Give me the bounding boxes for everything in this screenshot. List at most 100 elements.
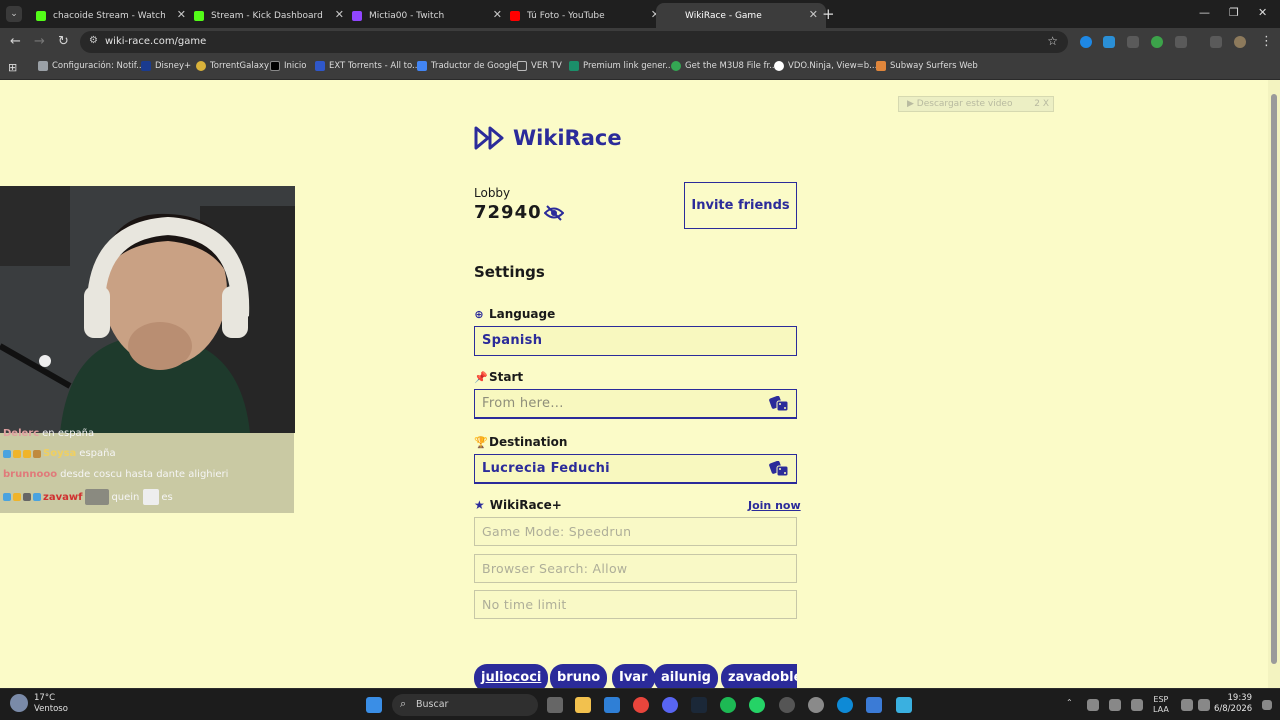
extension-icon[interactable]: [1103, 36, 1115, 48]
bookmark-item[interactable]: Inicio: [270, 61, 307, 71]
gear-icon: [38, 61, 48, 71]
badge-icon: [3, 449, 11, 458]
chrome-icon[interactable]: [633, 697, 649, 713]
bookmark-item[interactable]: Subway Surfers Web: [876, 61, 978, 71]
google-translate-icon: [417, 61, 427, 71]
store-icon[interactable]: [604, 697, 620, 713]
network-icon[interactable]: [1181, 699, 1193, 711]
spotify-icon[interactable]: [720, 697, 736, 713]
chat-message: Soysa españa: [3, 448, 116, 459]
apps-grid-icon[interactable]: ⊞: [8, 61, 17, 74]
notifications-icon[interactable]: [1262, 700, 1272, 710]
weather-widget[interactable]: 17°C Ventoso: [10, 693, 68, 715]
destination-label: 🏆 Destination: [474, 435, 568, 449]
maximize-icon[interactable]: ❐: [1229, 6, 1239, 19]
page-scrollbar[interactable]: [1268, 80, 1280, 688]
vdo-ninja-icon: [774, 61, 784, 71]
settings-gear-icon[interactable]: [808, 697, 824, 713]
game-mode-select: Game Mode: Speedrun: [474, 517, 797, 546]
settings-heading: Settings: [474, 263, 545, 281]
menu-kebab-icon[interactable]: ⋮: [1260, 34, 1273, 49]
bookmark-item[interactable]: Get the M3U8 File fr...: [671, 61, 777, 71]
close-window-icon[interactable]: ✕: [1258, 6, 1267, 19]
disney-icon: [141, 61, 151, 71]
obs-icon[interactable]: [779, 697, 795, 713]
stream-chat-overlay: Delerc en españa Soysa españa brunnooo desd…: [0, 428, 294, 513]
tab-wikirace[interactable]: WikiRace - Game ✕: [656, 3, 826, 28]
bookmark-item[interactable]: TorrentGalaxy: [196, 61, 269, 71]
wikirace-plus-label: ★ WikiRace+: [474, 498, 562, 512]
language-select[interactable]: Spanish: [474, 326, 797, 356]
chat-message: zavawf quein es: [3, 489, 173, 505]
app-icon[interactable]: [866, 697, 882, 713]
bookmark-star-icon[interactable]: ☆: [1047, 34, 1058, 48]
discord-icon[interactable]: [662, 697, 678, 713]
reading-list-icon[interactable]: [1210, 36, 1222, 48]
tray-discord-icon[interactable]: [1109, 699, 1121, 711]
site-info-icon[interactable]: ⚙: [89, 35, 98, 46]
wikirace-icon: [668, 10, 678, 21]
input-language[interactable]: ESP LAA: [1153, 695, 1169, 715]
folder-icon: [517, 61, 527, 71]
start-input[interactable]: From here...: [474, 389, 797, 419]
emote-icon: [85, 489, 110, 505]
bookmark-item[interactable]: VER TV: [517, 61, 562, 71]
twitch-icon: [352, 10, 362, 21]
eye-off-icon[interactable]: [544, 204, 564, 222]
reload-icon[interactable]: ↻: [58, 34, 69, 49]
extension-icon[interactable]: [1151, 36, 1163, 48]
tray-chevron-icon[interactable]: ⌃: [1066, 698, 1073, 708]
tab-kick-stream[interactable]: chacoide Stream - Watch Live o ✕: [24, 3, 194, 28]
notepad-icon[interactable]: [896, 697, 912, 713]
file-explorer-icon[interactable]: [575, 697, 591, 713]
back-icon[interactable]: ←: [10, 34, 21, 49]
bookmark-item[interactable]: Configuración: Notif...: [38, 61, 144, 71]
task-view-icon[interactable]: [547, 697, 563, 713]
premium-link-icon: [569, 61, 579, 71]
tab-youtube[interactable]: Tú Foto - YouTube ✕: [498, 3, 668, 28]
volume-icon[interactable]: [1198, 699, 1210, 711]
taskbar-clock[interactable]: 19:39 6/8/2026: [1214, 693, 1252, 715]
bookmark-item[interactable]: Disney+: [141, 61, 191, 71]
start-windows-icon[interactable]: [366, 697, 382, 713]
close-tab-icon[interactable]: ✕: [809, 8, 818, 21]
whatsapp-icon[interactable]: [749, 697, 765, 713]
wikirace-logo[interactable]: WikiRace: [474, 126, 622, 150]
tab-twitch[interactable]: Mictia00 - Twitch ✕: [340, 3, 510, 28]
dice-icon[interactable]: [769, 396, 789, 412]
tab-search-icon[interactable]: ⌄: [6, 6, 22, 22]
steam-icon[interactable]: [691, 697, 707, 713]
windows-taskbar: 17°C Ventoso ⌕ Buscar ⌃ ESP LAA 19:39 6/…: [0, 688, 1280, 720]
chat-message: brunnooo desde coscu hasta dante alighier…: [3, 469, 229, 480]
tab-kick-dashboard[interactable]: Stream - Kick Dashboard ✕: [182, 3, 352, 28]
download-close-button[interactable]: 2 X: [1034, 97, 1049, 111]
start-label: 📌 Start: [474, 370, 524, 384]
join-now-link[interactable]: Join now: [748, 499, 801, 512]
globe-icon: ⊕: [474, 307, 484, 321]
bookmark-item[interactable]: EXT Torrents - All to...: [315, 61, 420, 71]
bookmark-item[interactable]: Premium link gener...: [569, 61, 673, 71]
lobby-code: 72940: [474, 202, 542, 223]
taskbar-search[interactable]: ⌕ Buscar: [392, 694, 538, 716]
download-video-button[interactable]: ▶ Descargar este video 2 X: [898, 96, 1054, 112]
edge-icon[interactable]: [837, 697, 853, 713]
destination-input[interactable]: Lucrecia Feduchi: [474, 454, 797, 484]
extensions-puzzle-icon[interactable]: [1175, 36, 1187, 48]
tray-steam-icon[interactable]: [1087, 699, 1099, 711]
minimize-icon[interactable]: —: [1199, 6, 1210, 19]
bookmark-item[interactable]: Traductor de Google: [417, 61, 517, 71]
dice-icon[interactable]: [769, 461, 789, 477]
url-bar[interactable]: ⚙ wiki-race.com/game ☆: [80, 31, 1068, 53]
profile-avatar[interactable]: [1234, 36, 1246, 48]
new-tab-button[interactable]: +: [822, 5, 835, 23]
bookmark-item[interactable]: VDO.Ninja, View=b...: [774, 61, 877, 71]
url-text[interactable]: wiki-race.com/game: [105, 36, 206, 47]
ext-torrents-icon: [315, 61, 325, 71]
invite-friends-button[interactable]: Invite friends: [684, 182, 797, 229]
tray-app-icon[interactable]: [1131, 699, 1143, 711]
forward-icon[interactable]: →: [34, 34, 45, 49]
extension-icon[interactable]: [1080, 36, 1092, 48]
extension-icon[interactable]: [1127, 36, 1139, 48]
scrollbar-thumb[interactable]: [1271, 94, 1277, 664]
time-limit-select: No time limit: [474, 590, 797, 619]
